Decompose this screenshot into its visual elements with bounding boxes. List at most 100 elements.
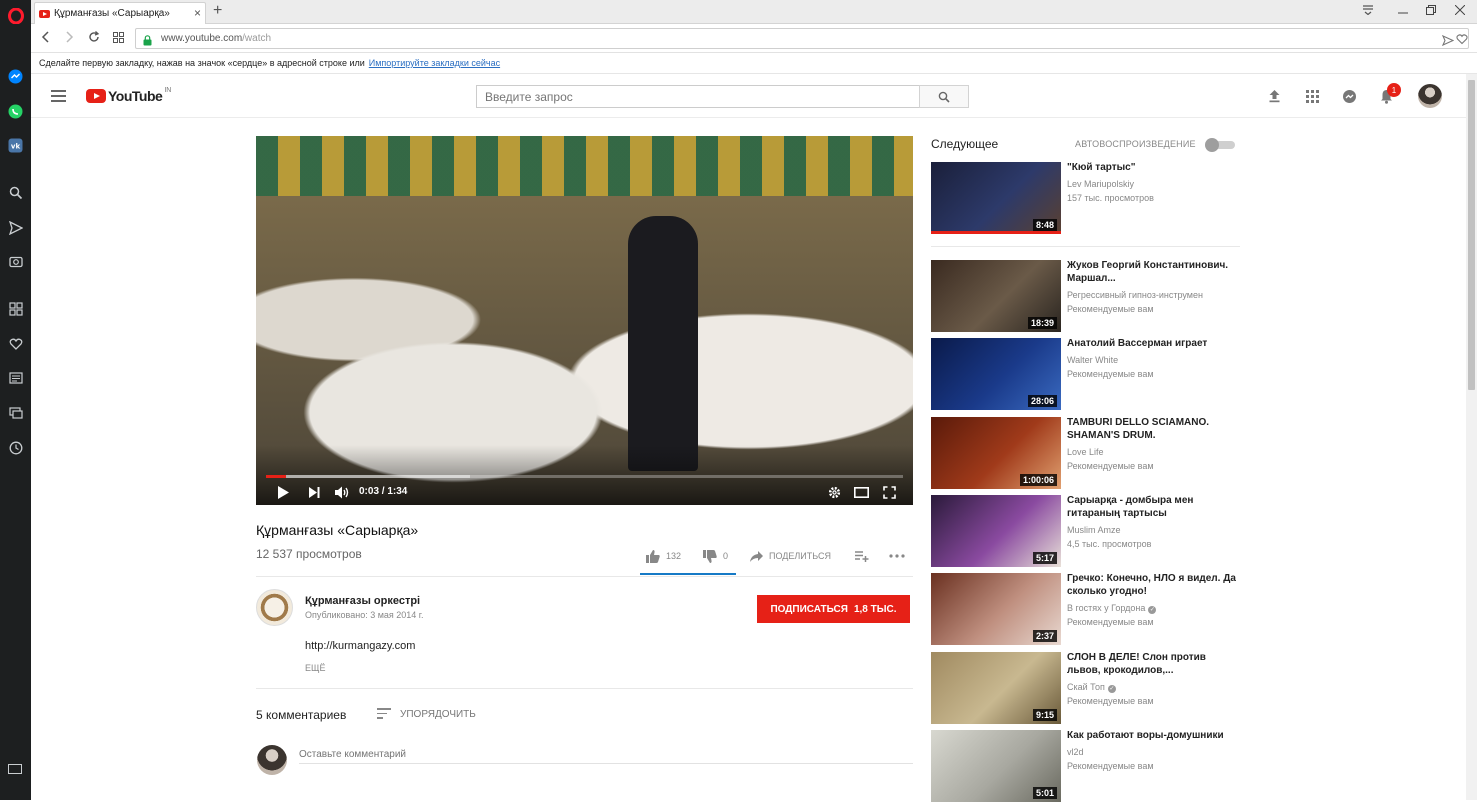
tab-bar: Құрманғазы «Сарыарқа» × + — [31, 0, 1477, 24]
recommended-title[interactable]: Анатолий Вассерман играет — [1067, 338, 1237, 351]
camera-icon[interactable] — [7, 252, 24, 269]
sort-comments-button[interactable]: УПОРЯДОЧИТЬ — [377, 708, 476, 722]
youtube-logo[interactable]: YouTube IN — [86, 87, 171, 104]
apps-grid-icon[interactable] — [1303, 87, 1321, 105]
send-to-flow-icon[interactable] — [1441, 33, 1455, 51]
theater-mode-icon[interactable] — [853, 484, 869, 500]
bookmark-heart-icon[interactable] — [1456, 32, 1468, 50]
close-window-icon[interactable] — [1454, 2, 1466, 20]
channel-name[interactable]: Құрманғазы оркестрі — [305, 595, 420, 607]
upload-icon[interactable] — [1265, 87, 1283, 105]
tabs-sync-icon[interactable] — [7, 404, 24, 421]
news-icon[interactable] — [7, 369, 24, 386]
account-avatar[interactable] — [1418, 84, 1442, 108]
search-button[interactable] — [919, 85, 969, 108]
restore-icon[interactable] — [1426, 2, 1436, 20]
video-duration: 9:15 — [1032, 709, 1057, 721]
recommended-video[interactable]: 8:48 "Кюй тартыс" Lev Mariupolskiy 157 тыс.… — [931, 162, 1241, 234]
new-tab-icon[interactable]: + — [213, 2, 222, 20]
progress-bar[interactable] — [266, 475, 903, 478]
whatsapp-icon[interactable] — [7, 103, 24, 120]
scrollbar-thumb[interactable] — [1468, 80, 1475, 390]
video-thumbnail[interactable]: 18:39 — [931, 260, 1061, 332]
opera-logo-icon[interactable] — [7, 7, 24, 24]
recommended-title[interactable]: Сарыарқа - домбыра мен гитараның тартысы — [1067, 495, 1237, 520]
search-input[interactable] — [476, 85, 919, 108]
view-count: 12 537 просмотров — [256, 547, 362, 561]
tab-youtube[interactable]: Құрманғазы «Сарыарқа» × — [34, 2, 206, 24]
recommended-video[interactable]: 9:15 СЛОН В ДЕЛЕ! Слон против львов, крок… — [931, 652, 1241, 724]
subscribe-button[interactable]: ПОДПИСАТЬСЯ 1,8 ТЫС. — [757, 595, 910, 623]
tab-menu-icon[interactable] — [1362, 2, 1374, 20]
fullscreen-icon[interactable] — [881, 484, 897, 500]
channel-avatar[interactable] — [256, 589, 293, 626]
autoplay-label: АВТОВОСПРОИЗВЕДЕНИЕ — [1075, 139, 1196, 149]
menu-icon[interactable] — [51, 90, 66, 102]
recommended-video[interactable]: 5:17 Сарыарқа - домбыра мен гитараның тар… — [931, 495, 1241, 567]
video-thumbnail[interactable]: 1:00:06 — [931, 417, 1061, 489]
video-duration: 5:17 — [1032, 552, 1057, 564]
add-to-playlist-button[interactable] — [855, 546, 869, 566]
share-button[interactable]: ПОДЕЛИТЬСЯ — [750, 546, 831, 566]
video-thumbnail[interactable]: 2:37 — [931, 573, 1061, 645]
recommended-title[interactable]: "Кюй тартыс" — [1067, 162, 1237, 175]
recommended-title[interactable]: Жуков Георгий Константинович. Маршал... — [1067, 260, 1237, 285]
url-text: www.youtube.com/watch — [161, 33, 272, 44]
tab-close-icon[interactable]: × — [194, 6, 201, 20]
messenger-icon[interactable] — [7, 68, 24, 85]
video-player[interactable]: 0:03 / 1:34 — [256, 136, 913, 505]
comment-input[interactable] — [299, 746, 913, 764]
speed-dial-grid-icon[interactable] — [113, 30, 124, 46]
heart-icon[interactable] — [7, 335, 24, 352]
url-field[interactable]: www.youtube.com/watch — [135, 28, 1469, 49]
video-thumbnail[interactable]: 5:01 — [931, 730, 1061, 802]
next-video-icon[interactable] — [306, 484, 322, 500]
show-more-button[interactable]: ЕЩЁ — [305, 663, 325, 673]
recommended-video[interactable]: 18:39 Жуков Георгий Константинович. Марша… — [931, 260, 1241, 332]
divider — [931, 246, 1240, 247]
dislike-button[interactable]: 0 — [703, 546, 728, 566]
video-thumbnail[interactable]: 8:48 — [931, 162, 1061, 234]
autoplay-toggle[interactable] — [1205, 138, 1235, 152]
minimize-icon[interactable] — [1398, 2, 1408, 20]
video-frame-conductor — [628, 216, 698, 471]
recommended-meta: Рекомендуемые вам — [1067, 304, 1154, 314]
settings-gear-icon[interactable] — [826, 484, 842, 500]
more-actions-button[interactable] — [889, 546, 905, 566]
comments-count: 5 комментариев — [256, 708, 347, 722]
volume-icon[interactable] — [334, 484, 350, 500]
reload-icon[interactable] — [88, 30, 100, 46]
like-button[interactable]: 132 — [646, 546, 681, 566]
recommended-video[interactable]: 28:06 Анатолий Вассерман играет Walter Whi… — [931, 338, 1241, 410]
back-icon[interactable] — [41, 30, 51, 46]
recommended-video[interactable]: 5:01 Как работают воры-домушники vl2d Реком… — [931, 730, 1241, 802]
share-arrow-icon — [750, 550, 763, 562]
divider — [256, 688, 913, 689]
page-scrollbar[interactable] — [1466, 74, 1477, 800]
recommended-title[interactable]: СЛОН В ДЕЛЕ! Слон против львов, крокодил… — [1067, 652, 1237, 677]
vk-icon[interactable]: vk — [7, 137, 24, 154]
forward-icon[interactable] — [64, 30, 74, 46]
subscriber-count: 1,8 ТЫС. — [853, 603, 897, 615]
sidebar-toggle-icon[interactable] — [8, 764, 22, 774]
recommended-title[interactable]: TAMBURI DELLO SCIAMANO. SHAMAN'S DRUM. — [1067, 417, 1237, 442]
play-icon[interactable] — [275, 484, 291, 500]
more-dots-icon — [889, 554, 905, 558]
import-bookmarks-link[interactable]: Импортируйте закладки сейчас — [369, 58, 500, 68]
search-icon[interactable] — [7, 184, 24, 201]
recommended-video[interactable]: 2:37 Гречко: Конечно, НЛО я видел. Да ско… — [931, 573, 1241, 645]
video-thumbnail[interactable]: 5:17 — [931, 495, 1061, 567]
history-icon[interactable] — [7, 439, 24, 456]
send-icon[interactable] — [7, 219, 24, 236]
speed-dial-icon[interactable] — [7, 300, 24, 317]
video-thumbnail[interactable]: 9:15 — [931, 652, 1061, 724]
messages-icon[interactable] — [1340, 87, 1358, 105]
video-thumbnail[interactable]: 28:06 — [931, 338, 1061, 410]
verified-check-icon: ✓ — [1107, 685, 1116, 693]
recommended-title[interactable]: Как работают воры-домушники — [1067, 730, 1237, 743]
video-duration: 2:37 — [1032, 630, 1057, 642]
recommended-video[interactable]: 1:00:06 TAMBURI DELLO SCIAMANO. SHAMAN'S … — [931, 417, 1241, 489]
recommended-title[interactable]: Гречко: Конечно, НЛО я видел. Да сколько… — [1067, 573, 1237, 598]
description-link[interactable]: http://kurmangazy.com — [305, 640, 415, 652]
recommended-channel: Walter White — [1067, 355, 1119, 365]
